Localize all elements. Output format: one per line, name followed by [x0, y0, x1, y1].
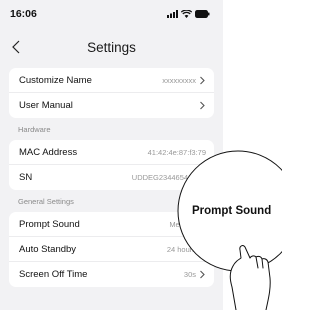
row-label: Customize Name — [19, 74, 92, 86]
row-sn: SN UDDEG2344654656N — [9, 165, 214, 190]
row-value: 24 hours — [166, 244, 196, 254]
row-label: Prompt Sound — [19, 218, 80, 230]
chevron-left-icon — [12, 40, 20, 54]
wifi-icon — [181, 9, 192, 18]
row-mac-address: MAC Address 41:42:4e:87:f3:79 — [9, 140, 214, 165]
chevron-right-icon — [200, 101, 205, 110]
row-label: SN — [19, 172, 33, 183]
row-value: Medium — [169, 219, 196, 229]
back-button[interactable] — [6, 34, 26, 60]
hardware-card: MAC Address 41:42:4e:87:f3:79 SN UDDEG23… — [9, 140, 214, 190]
row-label: Screen Off Time — [19, 269, 88, 280]
row-value-wrap: 30s — [184, 270, 206, 279]
general-settings-card: Prompt Sound Medium Auto Standby 24 hour… — [9, 212, 214, 287]
row-label: User Manual — [19, 100, 73, 111]
row-screen-off-time[interactable]: Screen Off Time 30s — [9, 262, 214, 287]
row-value: UDDEG2344654656N — [131, 173, 206, 182]
page-title: Settings — [87, 39, 136, 55]
status-icons — [167, 9, 210, 18]
row-value-wrap: xxxxxxxxx — [162, 76, 206, 85]
section-header-general: General Settings — [18, 197, 74, 206]
row-value: 41:42:4e:87:f3:79 — [147, 147, 206, 157]
row-label: MAC Address — [19, 146, 78, 158]
chevron-right-icon — [200, 76, 205, 84]
row-label: Auto Standby — [19, 243, 77, 255]
row-value-wrap: 24 hours — [167, 245, 206, 254]
chevron-right-icon — [200, 220, 205, 228]
pointing-hand-icon — [229, 245, 271, 310]
row-user-manual[interactable]: User Manual — [9, 93, 214, 118]
row-auto-standby[interactable]: Auto Standby 24 hours — [9, 237, 214, 262]
nav-bar: Settings — [0, 27, 223, 67]
row-customize-name[interactable]: Customize Name xxxxxxxxx — [9, 68, 214, 93]
row-value-wrap — [199, 101, 206, 110]
status-time: 16:06 — [10, 7, 37, 20]
top-settings-card: Customize Name xxxxxxxxx User Manual — [9, 68, 214, 118]
status-bar: 16:06 — [0, 0, 223, 27]
section-header-hardware: Hardware — [18, 125, 51, 134]
signal-icon — [167, 9, 178, 18]
row-prompt-sound[interactable]: Prompt Sound Medium — [9, 212, 214, 237]
row-value: 30s — [183, 270, 196, 279]
battery-icon — [195, 9, 210, 18]
callout-label: Prompt Sound — [191, 205, 273, 217]
phone-screen: 16:06 Settings Customize Name xxxxxxxxx … — [0, 0, 223, 310]
chevron-right-icon — [200, 270, 205, 279]
row-value: xxxxxxxxx — [162, 75, 196, 85]
row-value-wrap: Medium — [169, 220, 206, 229]
chevron-right-icon — [200, 245, 205, 253]
